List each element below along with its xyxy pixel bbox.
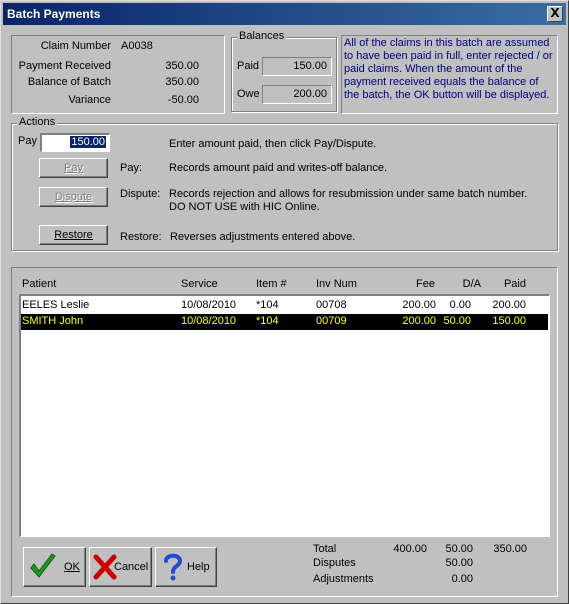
col-header-da[interactable]: D/A (441, 278, 481, 290)
cancel-button[interactable]: Cancel (89, 547, 152, 587)
pay-amount-label: Pay (18, 135, 37, 147)
col-header-fee[interactable]: Fee (395, 278, 435, 290)
disputes-label: Disputes (313, 557, 356, 569)
adjustments-da: 0.00 (451, 573, 473, 585)
ok-button[interactable]: OK (23, 547, 86, 587)
col-header-patient[interactable]: Patient (22, 278, 56, 290)
owe-balance-field: 200.00 (262, 85, 332, 104)
col-header-inv[interactable]: Inv Num (316, 278, 357, 290)
balance-of-batch-value: 350.00 (165, 76, 199, 88)
row-paid: 200.00 (492, 299, 526, 311)
table-row[interactable]: EELES Leslie 10/08/2010 *104 00708 200.0… (21, 298, 548, 314)
pay-desc: Records amount paid and writes-off balan… (169, 162, 388, 174)
pay-amount-value: 150.00 (70, 136, 106, 148)
row-paid: 150.00 (492, 315, 526, 327)
batch-payments-window: Batch Payments X Claim Number A0038 Paym… (0, 0, 569, 604)
total-label: Total (313, 543, 337, 555)
claims-list[interactable]: EELES Leslie 10/08/2010 *104 00708 200.0… (19, 294, 550, 537)
table-row[interactable]: SMITH John 10/08/2010 *104 00709 200.00 … (21, 314, 548, 330)
dispute-button-label: Dispute (54, 191, 93, 203)
restore-button-label: Restore (54, 229, 93, 241)
owe-balance-value: 200.00 (293, 88, 327, 100)
owe-label: Owe (237, 88, 260, 100)
restore-button[interactable]: Restore (39, 225, 108, 245)
row-da: 0.00 (449, 299, 471, 311)
dispute-desc-line1: Records rejection and allows for resubmi… (169, 188, 528, 200)
row-patient: EELES Leslie (22, 299, 90, 311)
restore-desc: Reverses adjustments entered above. (170, 231, 356, 243)
paid-balance-field: 150.00 (262, 57, 332, 76)
close-button[interactable]: X (547, 6, 563, 22)
total-paid: 350.00 (493, 543, 527, 555)
dispute-button[interactable]: Dispute (39, 187, 108, 207)
row-inv: 00708 (316, 299, 347, 311)
ok-button-label: OK (64, 561, 80, 573)
info-text: All of the claims in this batch are assu… (344, 37, 553, 101)
payment-received-label: Payment Received (18, 60, 111, 72)
dispute-desc-line2: DO NOT USE with HIC Online. (169, 201, 320, 213)
row-inv: 00709 (316, 315, 347, 327)
row-patient: SMITH John (22, 315, 84, 327)
disputes-da: 50.00 (445, 557, 473, 569)
checkmark-icon (30, 553, 56, 578)
payment-received-value: 350.00 (165, 60, 199, 72)
restore-desc-label: Restore: (120, 231, 162, 243)
total-fee: 400.00 (393, 543, 427, 555)
variance-value: -50.00 (167, 94, 199, 106)
row-service: 10/08/2010 (181, 315, 237, 327)
cancel-button-label: Cancel (114, 561, 149, 573)
close-icon: X (550, 6, 560, 20)
paid-label: Paid (237, 60, 260, 72)
row-item: *104 (256, 315, 279, 327)
balances-group-label: Balances (237, 30, 287, 42)
claim-number-label: Claim Number (40, 40, 111, 52)
dispute-desc-label: Dispute: (120, 188, 161, 200)
actions-group-label: Actions (17, 116, 58, 128)
col-header-service[interactable]: Service (181, 278, 218, 290)
variance-label: Variance (68, 94, 111, 106)
col-header-item[interactable]: Item # (256, 278, 287, 290)
total-da: 50.00 (445, 543, 473, 555)
row-service: 10/08/2010 (181, 299, 237, 311)
help-button-label: Help (187, 561, 210, 573)
pay-desc-label: Pay: (120, 162, 143, 174)
question-mark-icon (164, 553, 183, 581)
row-item: *104 (256, 299, 279, 311)
window-title: Batch Payments (7, 7, 101, 21)
pay-button-label: Pay (64, 162, 83, 174)
row-fee: 200.00 (402, 299, 436, 311)
col-header-paid[interactable]: Paid (486, 278, 526, 290)
pay-amount-input[interactable]: 150.00 (40, 133, 110, 152)
help-button[interactable]: Help (155, 547, 217, 587)
claim-number-value: A0038 (121, 40, 153, 52)
row-fee: 200.00 (402, 315, 436, 327)
pay-button[interactable]: Pay (39, 158, 108, 178)
adjustments-label: Adjustments (313, 573, 374, 585)
row-da: 50.00 (443, 315, 471, 327)
pay-hint: Enter amount paid, then click Pay/Disput… (169, 138, 377, 150)
balance-of-batch-label: Balance of Batch (27, 76, 111, 88)
title-bar[interactable]: Batch Payments X (3, 3, 566, 25)
paid-balance-value: 150.00 (293, 60, 327, 72)
